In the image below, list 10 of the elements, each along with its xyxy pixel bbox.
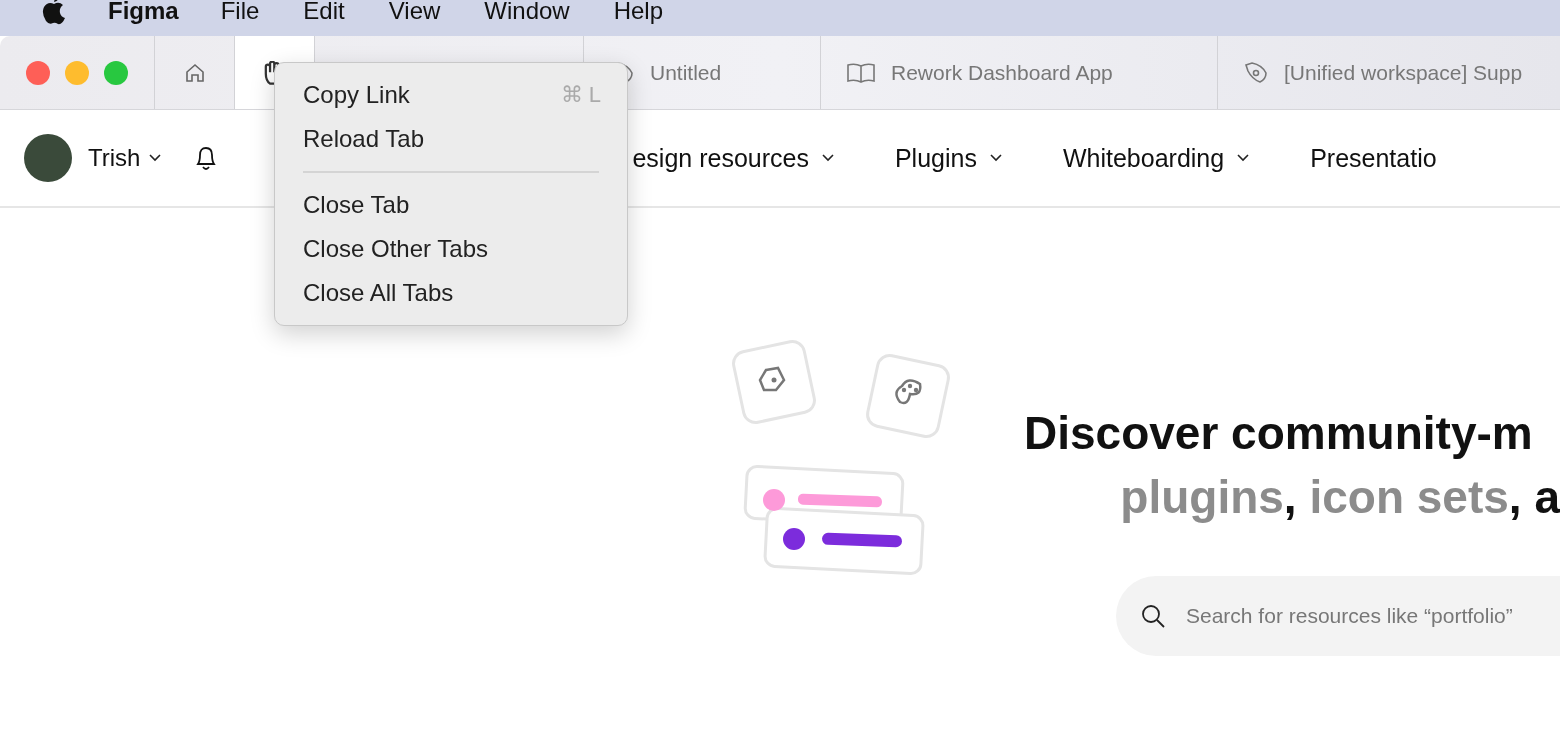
menu-item-label: Reload Tab bbox=[303, 125, 424, 153]
hero-heading: Discover community-m bbox=[1024, 406, 1533, 460]
tab-title: [Unified workspace] Supp bbox=[1284, 60, 1523, 85]
hero-subheading: plugins, icon sets, a bbox=[1120, 470, 1560, 524]
menu-item-label: Copy Link bbox=[303, 81, 410, 109]
menu-item-label: Close Other Tabs bbox=[303, 235, 488, 263]
tab-title: Rework Dashboard App bbox=[891, 60, 1113, 85]
menu-item-label: Close Tab bbox=[303, 191, 410, 219]
menu-item-label: Close All Tabs bbox=[303, 279, 454, 307]
tab-title: Untitled bbox=[650, 60, 722, 85]
